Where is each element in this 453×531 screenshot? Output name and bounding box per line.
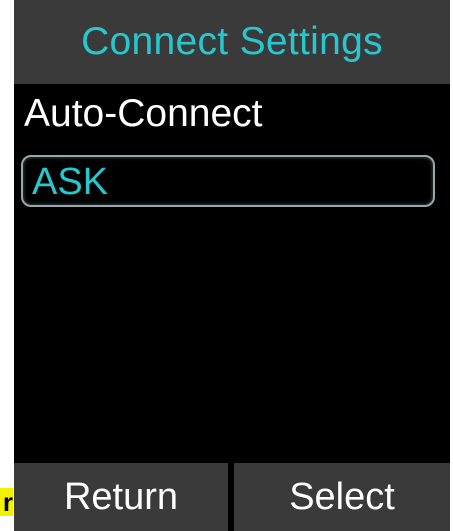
auto-connect-label: Auto-Connect bbox=[24, 92, 263, 135]
select-button[interactable]: Select bbox=[234, 463, 450, 531]
phone-screen: Connect Settings Auto-Connect ASK Return… bbox=[14, 0, 450, 531]
selected-option-value: ASK bbox=[32, 161, 109, 203]
auto-connect-option-selector[interactable]: ASK bbox=[21, 155, 435, 207]
device-frame: r Connect Settings Auto-Connect ASK Retu… bbox=[0, 0, 453, 531]
page-title: Connect Settings bbox=[81, 20, 383, 63]
edge-highlight-mark: r bbox=[0, 488, 13, 516]
softkey-bar: Return Select bbox=[14, 463, 450, 531]
screen-header: Connect Settings bbox=[14, 0, 450, 84]
return-button[interactable]: Return bbox=[14, 463, 228, 531]
